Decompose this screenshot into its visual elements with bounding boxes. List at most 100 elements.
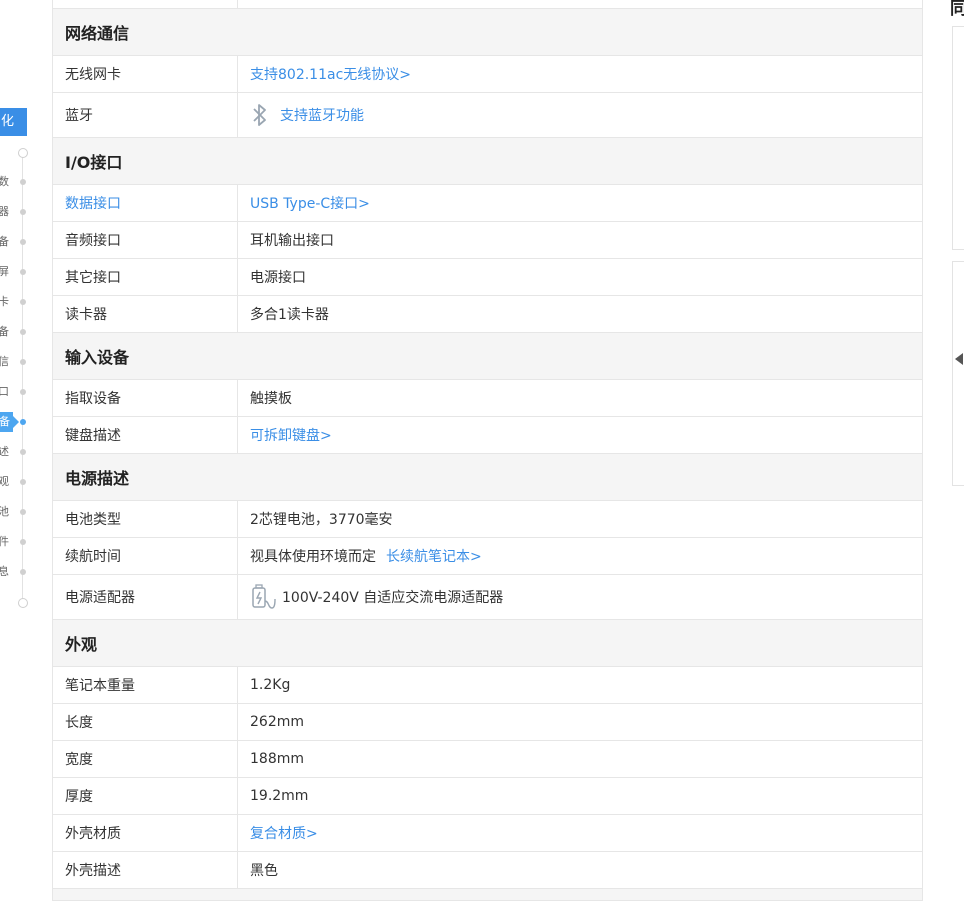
- spec-value: 耳机输出接口: [250, 233, 334, 249]
- long-battery-link[interactable]: 长续航笔记本>: [386, 546, 482, 566]
- nav-item[interactable]: 信: [0, 352, 40, 372]
- nav-dot-icon: [20, 509, 26, 515]
- nav-item-label: 器: [0, 205, 9, 218]
- nav-dot-icon: [20, 239, 26, 245]
- nav-item-label: 信: [0, 355, 9, 368]
- spec-label: [53, 0, 238, 9]
- nav-dot-icon: [20, 299, 26, 305]
- spec-value: [238, 0, 922, 8]
- nav-item[interactable]: 备: [0, 322, 40, 342]
- nav-active-category[interactable]: 化: [0, 108, 27, 136]
- nav-item-label: 屏: [0, 265, 9, 278]
- spec-label: 蓝牙: [53, 93, 238, 137]
- table-row: 宽度 188mm: [53, 741, 922, 778]
- nav-start-ring: [18, 148, 28, 158]
- spec-label: 外壳描述: [53, 852, 238, 888]
- spec-label: 其它接口: [53, 259, 238, 295]
- spec-value: 19.2mm: [250, 788, 309, 804]
- nav-item[interactable]: 器: [0, 202, 40, 222]
- spec-label: 宽度: [53, 741, 238, 777]
- table-row: 续航时间 视具体使用环境而定 长续航笔记本>: [53, 538, 922, 575]
- material-link[interactable]: 复合材质>: [250, 823, 318, 843]
- adapter-value: 100V-240V 自适应交流电源适配器: [282, 590, 504, 606]
- spec-label: 厚度: [53, 778, 238, 814]
- table-row: 外壳材质 复合材质>: [53, 815, 922, 852]
- nav-item[interactable]: 件: [0, 532, 40, 552]
- nav-item-label: 卡: [0, 295, 9, 308]
- nav-item[interactable]: 息: [0, 562, 40, 582]
- nav-item[interactable]: 述: [0, 442, 40, 462]
- nav-dot-icon: [20, 269, 26, 275]
- side-panel-title: 同: [950, 0, 964, 19]
- wireless-link[interactable]: 支持802.11ac无线协议>: [250, 64, 411, 84]
- nav-item-label: 数: [0, 175, 9, 188]
- nav-item[interactable]: 池: [0, 502, 40, 522]
- nav-item-label: 备: [0, 412, 19, 432]
- nav-item-label: 备: [0, 235, 9, 248]
- spec-label: 无线网卡: [53, 56, 238, 92]
- nav-item-label: 池: [0, 505, 9, 518]
- spec-value: 多合1读卡器: [250, 307, 329, 323]
- nav-dot-icon: [20, 479, 26, 485]
- nav-item[interactable]: 卡: [0, 292, 40, 312]
- nav-item[interactable]: 数: [0, 172, 40, 192]
- spec-label: 音频接口: [53, 222, 238, 258]
- spec-label: 电源适配器: [53, 575, 238, 619]
- bluetooth-icon: [253, 104, 266, 126]
- table-row: 键盘描述 可拆卸键盘>: [53, 417, 922, 454]
- battery-life-value: 视具体使用环境而定: [250, 549, 376, 565]
- nav-dot-icon: [20, 539, 26, 545]
- table-row: [53, 0, 922, 9]
- nav-item-label: 观: [0, 475, 9, 488]
- nav-dot-icon: [20, 449, 26, 455]
- spec-label: 读卡器: [53, 296, 238, 332]
- table-row: 音频接口 耳机输出接口: [53, 222, 922, 259]
- nav-item[interactable]: 观: [0, 472, 40, 492]
- keyboard-link[interactable]: 可拆卸键盘>: [250, 425, 332, 445]
- spec-nav-rail: 化 数器备屏卡备信口备述观池件息: [0, 0, 40, 898]
- nav-dot-icon: [20, 419, 26, 425]
- nav-dot-icon: [20, 359, 26, 365]
- section-header-next: [53, 889, 922, 901]
- spec-value: 188mm: [250, 751, 304, 767]
- nav-item[interactable]: 备: [0, 232, 40, 252]
- table-row: 无线网卡 支持802.11ac无线协议>: [53, 56, 922, 93]
- section-header-io: I/O接口: [53, 138, 922, 185]
- nav-dot-icon: [20, 389, 26, 395]
- nav-item-label: 件: [0, 535, 9, 548]
- data-port-label-link[interactable]: 数据接口: [65, 193, 121, 213]
- spec-value: 触摸板: [250, 391, 292, 407]
- section-header-appearance: 外观: [53, 620, 922, 667]
- table-row: 电源适配器 100V-240V 自适应交流电源适配器: [53, 575, 922, 620]
- spec-value: 2芯锂电池，3770毫安: [250, 512, 393, 528]
- nav-item-label: 述: [0, 445, 9, 458]
- table-row: 数据接口 USB Type-C接口>: [53, 185, 922, 222]
- table-row: 厚度 19.2mm: [53, 778, 922, 815]
- table-row: 电池类型 2芯锂电池，3770毫安: [53, 501, 922, 538]
- table-row: 笔记本重量 1.2Kg: [53, 667, 922, 704]
- spec-value: 1.2Kg: [250, 677, 291, 693]
- table-row: 外壳描述 黑色: [53, 852, 922, 889]
- usb-typec-link[interactable]: USB Type-C接口>: [250, 193, 370, 213]
- table-row: 长度 262mm: [53, 704, 922, 741]
- power-adapter-icon: [252, 584, 276, 609]
- nav-item-label: 口: [0, 385, 9, 398]
- nav-item[interactable]: 备: [0, 412, 40, 432]
- spec-label: 指取设备: [53, 380, 238, 416]
- carousel-prev-icon[interactable]: [955, 353, 963, 365]
- nav-item[interactable]: 屏: [0, 262, 40, 282]
- bluetooth-link[interactable]: 支持蓝牙功能: [280, 105, 364, 125]
- section-header-network: 网络通信: [53, 9, 922, 56]
- table-row: 读卡器 多合1读卡器: [53, 296, 922, 333]
- spec-table: 网络通信 无线网卡 支持802.11ac无线协议> 蓝牙 支持蓝牙功能 I/O接…: [52, 0, 923, 901]
- spec-label: 笔记本重量: [53, 667, 238, 703]
- table-row: 其它接口 电源接口: [53, 259, 922, 296]
- nav-dot-icon: [20, 179, 26, 185]
- side-card: [952, 26, 964, 250]
- spec-value: 电源接口: [250, 270, 306, 286]
- spec-value: 262mm: [250, 714, 304, 730]
- section-header-input: 输入设备: [53, 333, 922, 380]
- section-header-power: 电源描述: [53, 454, 922, 501]
- nav-item-label: 息: [0, 565, 9, 578]
- nav-item[interactable]: 口: [0, 382, 40, 402]
